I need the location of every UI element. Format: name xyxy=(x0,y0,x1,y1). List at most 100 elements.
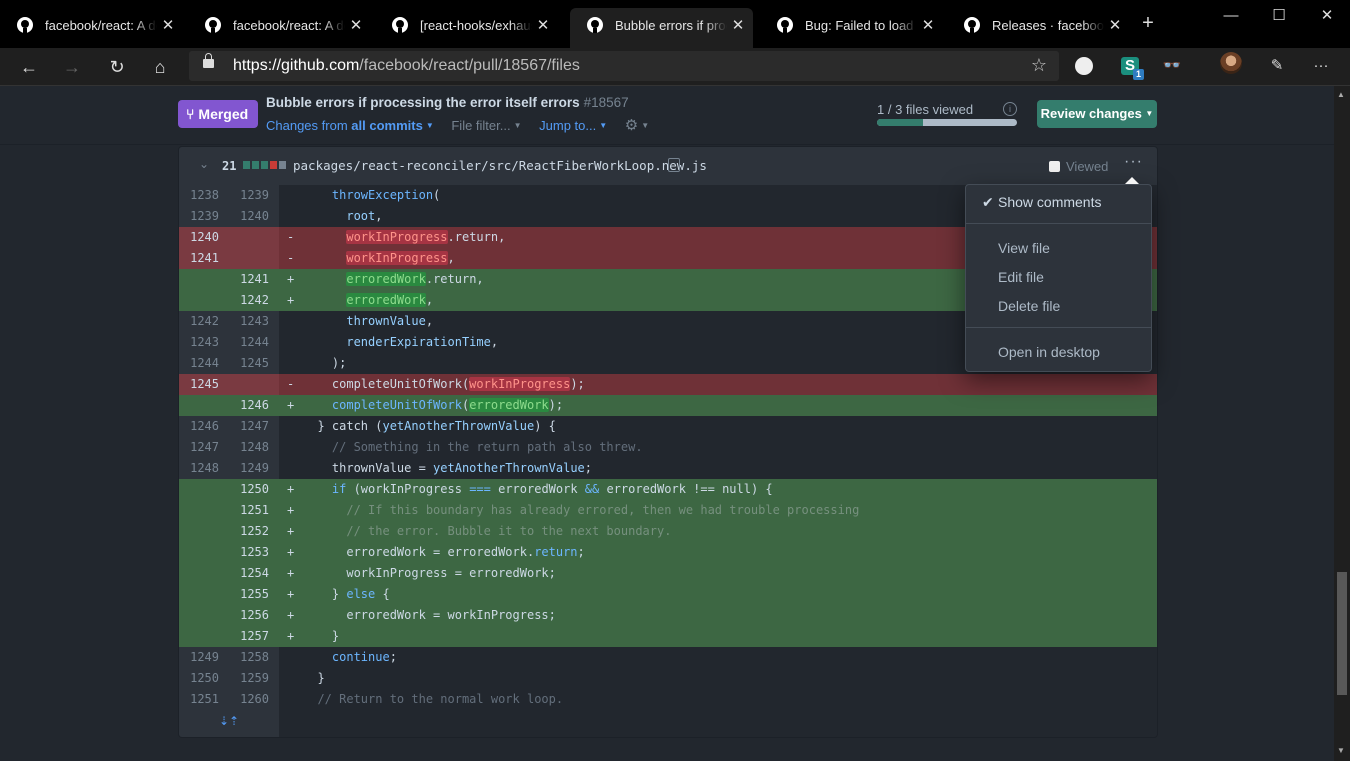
review-changes-button[interactable]: Review changes ▼ xyxy=(1037,100,1157,128)
pr-title[interactable]: Bubble errors if processing the error it… xyxy=(266,95,629,110)
new-line-number[interactable]: 1249 xyxy=(229,458,279,479)
file-path[interactable]: packages/react-reconciler/src/ReactFiber… xyxy=(293,158,707,173)
new-line-number[interactable]: 1239 xyxy=(229,185,279,206)
new-line-number[interactable]: 1259 xyxy=(229,668,279,689)
browser-tab-6[interactable]: Releases · facebook/react✕ xyxy=(947,9,1130,41)
new-line-number[interactable]: 1240 xyxy=(229,206,279,227)
page-scrollbar[interactable]: ▲ ▼ xyxy=(1334,86,1350,761)
old-line-number[interactable] xyxy=(179,290,229,311)
new-line-number[interactable]: 1242 xyxy=(229,290,279,311)
browser-tab-1[interactable]: facebook/react: A declarative✕ xyxy=(0,9,183,41)
old-line-number[interactable]: 1250 xyxy=(179,668,229,689)
old-line-number[interactable]: 1238 xyxy=(179,185,229,206)
show-comments-item[interactable]: ✔ Show comments xyxy=(982,194,1101,210)
scroll-thumb[interactable] xyxy=(1337,572,1347,695)
s-extension-icon[interactable]: S1 xyxy=(1121,57,1144,80)
old-line-number[interactable] xyxy=(179,395,229,416)
new-line-number[interactable]: 1244 xyxy=(229,332,279,353)
home-icon[interactable]: ⌂ xyxy=(147,54,173,80)
old-line-number[interactable]: 1244 xyxy=(179,353,229,374)
browser-tab-2[interactable]: facebook/react: A declarative✕ xyxy=(188,9,371,41)
browser-tab-3[interactable]: [react-hooks/exhaustive-deps]✕ xyxy=(375,9,558,41)
forward-arrow-icon[interactable]: → xyxy=(59,54,85,80)
new-line-number[interactable]: 1246 xyxy=(229,395,279,416)
old-line-number[interactable] xyxy=(179,269,229,290)
delete-file-item[interactable]: Delete file xyxy=(998,298,1060,314)
new-line-number[interactable]: 1250 xyxy=(229,479,279,500)
new-line-number[interactable]: 1252 xyxy=(229,521,279,542)
code-text: renderExpirationTime, xyxy=(303,335,499,349)
feedback-icon[interactable]: ✎ xyxy=(1266,55,1288,77)
viewed-checkbox[interactable] xyxy=(1049,161,1060,172)
new-line-number[interactable]: 1256 xyxy=(229,605,279,626)
close-tab-icon[interactable]: ✕ xyxy=(345,16,367,34)
new-line-number[interactable]: 1247 xyxy=(229,416,279,437)
old-line-number[interactable] xyxy=(179,542,229,563)
refresh-icon[interactable]: ↻ xyxy=(104,54,130,80)
close-window-button[interactable]: ✕ xyxy=(1304,4,1350,28)
new-line-number[interactable]: 1254 xyxy=(229,563,279,584)
new-line-number[interactable]: 1245 xyxy=(229,353,279,374)
old-line-number[interactable]: 1242 xyxy=(179,311,229,332)
code-text: thrownValue, xyxy=(303,314,434,328)
new-line-number[interactable]: 1241 xyxy=(229,269,279,290)
new-line-number[interactable]: 1243 xyxy=(229,311,279,332)
old-line-number[interactable] xyxy=(179,626,229,647)
browser-tab-4-active[interactable]: Bubble errors if processing✕ xyxy=(570,8,753,48)
view-file-item[interactable]: View file xyxy=(998,240,1050,256)
info-icon[interactable]: i xyxy=(1003,102,1017,116)
minimize-button[interactable]: — xyxy=(1208,4,1254,28)
old-line-number[interactable]: 1246 xyxy=(179,416,229,437)
changes-from-dropdown[interactable]: Changes from all commits ▼ xyxy=(266,118,434,133)
back-arrow-icon[interactable]: ← xyxy=(16,54,42,80)
old-line-number[interactable]: 1240 xyxy=(179,227,229,248)
new-line-number[interactable]: 1251 xyxy=(229,500,279,521)
open-in-desktop-item[interactable]: Open in desktop xyxy=(998,344,1100,360)
expand-down-icon[interactable]: ⇣⇡ xyxy=(179,706,279,737)
new-line-number[interactable]: 1257 xyxy=(229,626,279,647)
browser-tab-5[interactable]: Bug: Failed to load config✕ xyxy=(760,9,943,41)
close-tab-icon[interactable]: ✕ xyxy=(917,16,939,34)
new-line-number[interactable] xyxy=(229,374,279,395)
close-tab-icon[interactable]: ✕ xyxy=(532,16,554,34)
close-tab-icon[interactable]: ✕ xyxy=(157,16,179,34)
new-line-number[interactable]: 1253 xyxy=(229,542,279,563)
old-line-number[interactable] xyxy=(179,605,229,626)
old-line-number[interactable]: 1241 xyxy=(179,248,229,269)
star-icon[interactable]: ☆ xyxy=(1031,55,1047,76)
address-bar[interactable]: https://github.com/facebook/react/pull/1… xyxy=(189,51,1059,81)
edit-file-item[interactable]: Edit file xyxy=(998,269,1044,285)
new-line-number[interactable] xyxy=(229,248,279,269)
more-menu-icon[interactable]: ··· xyxy=(1310,55,1332,77)
chevron-down-icon[interactable]: ⌄ xyxy=(199,157,209,171)
new-line-number[interactable]: 1255 xyxy=(229,584,279,605)
jump-to-dropdown[interactable]: Jump to... ▼ xyxy=(539,118,607,133)
gear-icon[interactable]: ⚙ ▼ xyxy=(625,117,649,134)
new-line-number[interactable]: 1248 xyxy=(229,437,279,458)
kebab-menu-icon[interactable]: ··· xyxy=(1124,153,1143,171)
old-line-number[interactable] xyxy=(179,479,229,500)
new-line-number[interactable] xyxy=(229,227,279,248)
old-line-number[interactable] xyxy=(179,584,229,605)
new-line-number[interactable]: 1258 xyxy=(229,647,279,668)
spy-extension-icon[interactable]: 👓 xyxy=(1161,55,1183,77)
old-line-number[interactable] xyxy=(179,563,229,584)
clipboard-icon[interactable] xyxy=(668,158,680,172)
old-line-number[interactable] xyxy=(179,500,229,521)
avatar[interactable] xyxy=(1220,52,1242,74)
old-line-number[interactable]: 1249 xyxy=(179,647,229,668)
close-tab-icon[interactable]: ✕ xyxy=(727,16,749,34)
github-extension-icon[interactable] xyxy=(1075,57,1093,75)
old-line-number[interactable]: 1247 xyxy=(179,437,229,458)
file-filter-dropdown[interactable]: File filter... ▼ xyxy=(451,118,521,133)
old-line-number[interactable]: 1243 xyxy=(179,332,229,353)
scroll-up-icon[interactable]: ▲ xyxy=(1337,90,1345,99)
close-tab-icon[interactable]: ✕ xyxy=(1104,16,1126,34)
scroll-down-icon[interactable]: ▼ xyxy=(1337,746,1345,755)
old-line-number[interactable]: 1239 xyxy=(179,206,229,227)
maximize-button[interactable]: ☐ xyxy=(1256,4,1302,28)
old-line-number[interactable]: 1248 xyxy=(179,458,229,479)
old-line-number[interactable] xyxy=(179,521,229,542)
new-tab-button[interactable]: + xyxy=(1137,12,1159,34)
old-line-number[interactable]: 1245 xyxy=(179,374,229,395)
